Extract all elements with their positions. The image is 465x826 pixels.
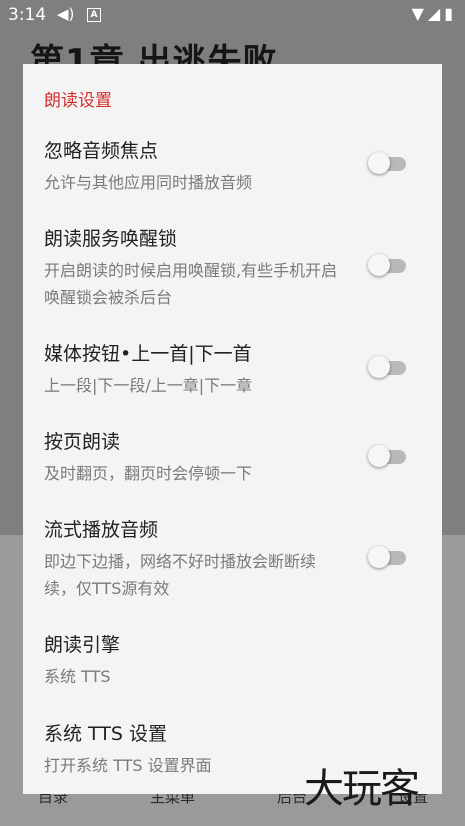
pref-summary: 上一段|下一段/上一章|下一章 [44,376,253,395]
pref-title: 系统 TTS 设置 [44,723,168,745]
status-bar: 3:14 ◀) A ▼◢▮ [0,0,465,32]
pref-title: 按页朗读 [44,431,121,453]
pref-wake-lock[interactable]: 朗读服务唤醒锁 开启朗读的时候启用唤醒锁,有些手机开启唤醒锁会被杀后台 [23,224,442,319]
pref-title: 流式播放音频 [44,519,159,541]
pref-read-by-page[interactable]: 按页朗读 及时翻页，翻页时会停顿一下 [23,427,442,493]
pref-summary: 系统 TTS [44,667,111,686]
pref-title: 朗读服务唤醒锁 [44,228,178,250]
pref-ignore-audio-focus[interactable]: 忽略音频焦点 允许与其他应用同时播放音频 [23,136,442,202]
dialog-title: 朗读设置 [44,91,112,111]
pref-summary: 打开系统 TTS 设置界面 [44,756,212,775]
pref-title: 朗读引擎 [44,634,121,656]
pref-streaming-audio[interactable]: 流式播放音频 即边下边播，网络不好时播放会断断续续，仅TTS源有效 [23,515,442,610]
pref-title: 忽略音频焦点 [44,140,159,162]
read-aloud-settings-dialog: 朗读设置 忽略音频焦点 允许与其他应用同时播放音频 朗读服务唤醒锁 开启朗读的时… [23,64,442,794]
watermark-logo: 大玩客 [304,766,420,812]
pref-summary: 即边下边播，网络不好时播放会断断续续，仅TTS源有效 [44,552,317,598]
pref-tts-engine[interactable]: 朗读引擎 系统 TTS [23,630,442,696]
pref-media-buttons[interactable]: 媒体按钮•上一首|下一首 上一段|下一段/上一章|下一章 [23,339,442,405]
status-time: 3:14 [8,5,47,25]
volume-icon: ◀) [57,5,75,23]
ignore-audio-focus-switch[interactable] [368,152,406,174]
read-by-page-switch[interactable] [368,445,406,467]
battery-icon: ▮ [444,4,457,23]
pref-summary: 开启朗读的时候启用唤醒锁,有些手机开启唤醒锁会被杀后台 [44,261,338,307]
pref-summary: 允许与其他应用同时播放音频 [44,173,253,192]
wifi-icon: ▼ [411,4,428,23]
media-buttons-switch[interactable] [368,356,406,378]
signal-icon: ◢ [427,4,445,23]
pref-summary: 及时翻页，翻页时会停顿一下 [44,464,253,483]
notification-icon: A [87,8,101,22]
wake-lock-switch[interactable] [368,254,406,276]
pref-title: 媒体按钮•上一首|下一首 [44,343,252,365]
streaming-audio-switch[interactable] [368,546,406,568]
